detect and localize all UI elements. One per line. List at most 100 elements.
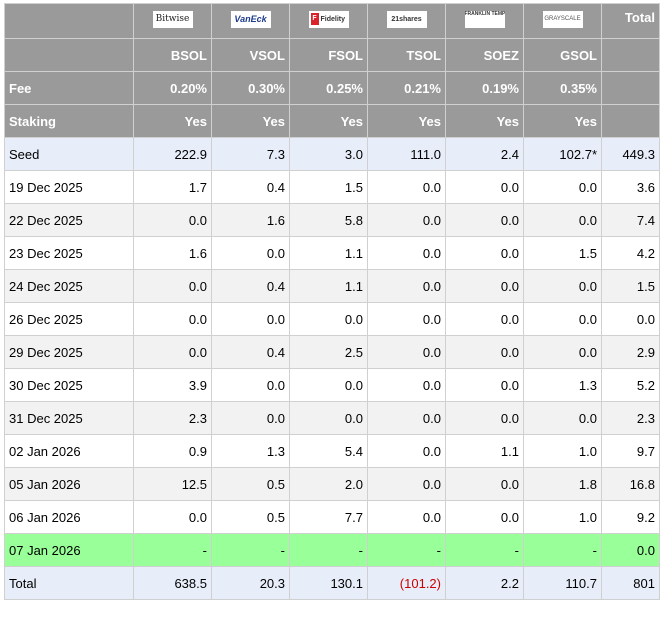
flow-cell: 0.0: [367, 302, 446, 336]
flow-cell: 0.0: [133, 302, 212, 336]
staking-cell: Yes: [133, 104, 212, 138]
flow-cell: 1.3: [523, 368, 602, 402]
flow-cell: 0.0: [445, 203, 524, 237]
row-label: 24 Dec 2025: [4, 269, 134, 303]
flow-cell: 0.0: [367, 434, 446, 468]
ticker-cell: VSOL: [211, 38, 290, 72]
flow-cell: 1.6: [133, 236, 212, 270]
flow-cell: 0.0: [289, 368, 368, 402]
table-row: 19 Dec 2025 1.7 0.4 1.5 0.0 0.0 0.0 3.6: [4, 170, 660, 204]
fee-cell: 0.25%: [289, 71, 368, 105]
flow-cell: 110.7: [523, 566, 602, 600]
row-label: 22 Dec 2025: [4, 203, 134, 237]
flow-cell: 2.5: [289, 335, 368, 369]
flow-cell: 12.5: [133, 467, 212, 501]
flow-cell: 1.6: [211, 203, 290, 237]
row-total: 2.3: [601, 401, 660, 435]
row-total: 16.8: [601, 467, 660, 501]
flow-cell: (101.2): [367, 566, 446, 600]
etf-flows-table: Bitwise VanEck F Fidelity 21shares FRANKL…: [4, 3, 660, 600]
flow-cell: 0.0: [367, 269, 446, 303]
staking-row: Staking Yes Yes Yes Yes Yes Yes: [4, 104, 660, 138]
table-row: 29 Dec 2025 0.0 0.4 2.5 0.0 0.0 0.0 2.9: [4, 335, 660, 369]
flow-cell: 0.0: [133, 203, 212, 237]
flow-cell: 0.0: [523, 203, 602, 237]
staking-label: Staking: [4, 104, 134, 138]
staking-cell: Yes: [289, 104, 368, 138]
staking-cell: Yes: [367, 104, 446, 138]
table-row: 07 Jan 2026- - - - - -0.0: [4, 533, 660, 567]
flow-cell: 0.0: [211, 236, 290, 270]
grayscale-logo: GRAYSCALE: [542, 11, 583, 28]
staking-cell: Yes: [211, 104, 290, 138]
row-total: 5.2: [601, 368, 660, 402]
flow-cell: -: [523, 533, 602, 567]
vaneck-logo: VanEck: [230, 11, 271, 28]
flow-cell: 1.1: [445, 434, 524, 468]
flow-cell: -: [445, 533, 524, 567]
flow-cell: 1.3: [211, 434, 290, 468]
row-total: 3.6: [601, 170, 660, 204]
table-row: 22 Dec 2025 0.0 1.6 5.8 0.0 0.0 0.0 7.4: [4, 203, 660, 237]
row-total: 2.9: [601, 335, 660, 369]
flow-cell: -: [211, 533, 290, 567]
row-label: 19 Dec 2025: [4, 170, 134, 204]
flow-cell: 130.1: [289, 566, 368, 600]
flow-cell: 1.0: [523, 434, 602, 468]
flow-cell: -: [133, 533, 212, 567]
flow-cell: 0.0: [445, 368, 524, 402]
flow-cell: 1.8: [523, 467, 602, 501]
flow-cell: 0.5: [211, 467, 290, 501]
flow-cell: 0.0: [523, 302, 602, 336]
row-total: 801: [601, 566, 660, 600]
flow-cell: 0.0: [445, 236, 524, 270]
ticker-cell: BSOL: [133, 38, 212, 72]
ticker-cell: TSOL: [367, 38, 446, 72]
table-row: 31 Dec 2025 2.3 0.0 0.0 0.0 0.0 0.0 2.3: [4, 401, 660, 435]
flow-cell: 0.0: [367, 236, 446, 270]
flow-cell: 0.0: [133, 269, 212, 303]
flow-cell: 0.0: [367, 401, 446, 435]
flow-cell: 5.4: [289, 434, 368, 468]
flow-cell: 638.5: [133, 566, 212, 600]
ticker-cell: GSOL: [523, 38, 602, 72]
flow-cell: 0.0: [445, 335, 524, 369]
flow-cell: 0.0: [523, 335, 602, 369]
flow-cell: 0.0: [211, 368, 290, 402]
staking-cell: Yes: [523, 104, 602, 138]
flow-cell: 0.0: [367, 368, 446, 402]
flow-cell: 0.0: [133, 335, 212, 369]
row-total: 0.0: [601, 533, 660, 567]
table-row: 24 Dec 2025 0.0 0.4 1.1 0.0 0.0 0.0 1.5: [4, 269, 660, 303]
fee-cell: 0.20%: [133, 71, 212, 105]
flow-cell: 3.9: [133, 368, 212, 402]
flow-cell: 0.0: [523, 401, 602, 435]
flow-cell: 2.2: [445, 566, 524, 600]
flow-cell: 0.0: [367, 203, 446, 237]
row-total: 4.2: [601, 236, 660, 270]
fidelity-logo: F Fidelity: [308, 11, 349, 28]
flow-cell: 0.0: [367, 467, 446, 501]
logo-row: Bitwise VanEck F Fidelity 21shares FRANKL…: [4, 3, 660, 39]
flow-cell: 222.9: [133, 137, 212, 171]
franklin-templeton-logo: FRANKLIN TEMPLETON: [464, 11, 505, 28]
corner-cell: [4, 3, 134, 39]
flow-cell: 0.0: [445, 467, 524, 501]
flow-cell: 1.5: [523, 236, 602, 270]
fee-row: Fee 0.20% 0.30% 0.25% 0.21% 0.19% 0.35%: [4, 71, 660, 105]
table-row: 05 Jan 2026 12.5 0.5 2.0 0.0 0.0 1.8 16.8: [4, 467, 660, 501]
flow-cell: 0.0: [523, 170, 602, 204]
fee-cell: 0.21%: [367, 71, 446, 105]
total-column-header: Total: [601, 3, 660, 39]
row-total: 9.7: [601, 434, 660, 468]
flow-rows: Seed 222.9 7.3 3.0 111.0 2.4 102.7* 449.3 19 Dec…: [4, 137, 660, 600]
flow-cell: 0.4: [211, 335, 290, 369]
row-label: 06 Jan 2026: [4, 500, 134, 534]
row-label: 26 Dec 2025: [4, 302, 134, 336]
flow-cell: 1.1: [289, 236, 368, 270]
fee-cell: 0.35%: [523, 71, 602, 105]
flow-cell: 7.7: [289, 500, 368, 534]
flow-cell: 20.3: [211, 566, 290, 600]
flow-cell: 2.4: [445, 137, 524, 171]
row-label: Total: [4, 566, 134, 600]
